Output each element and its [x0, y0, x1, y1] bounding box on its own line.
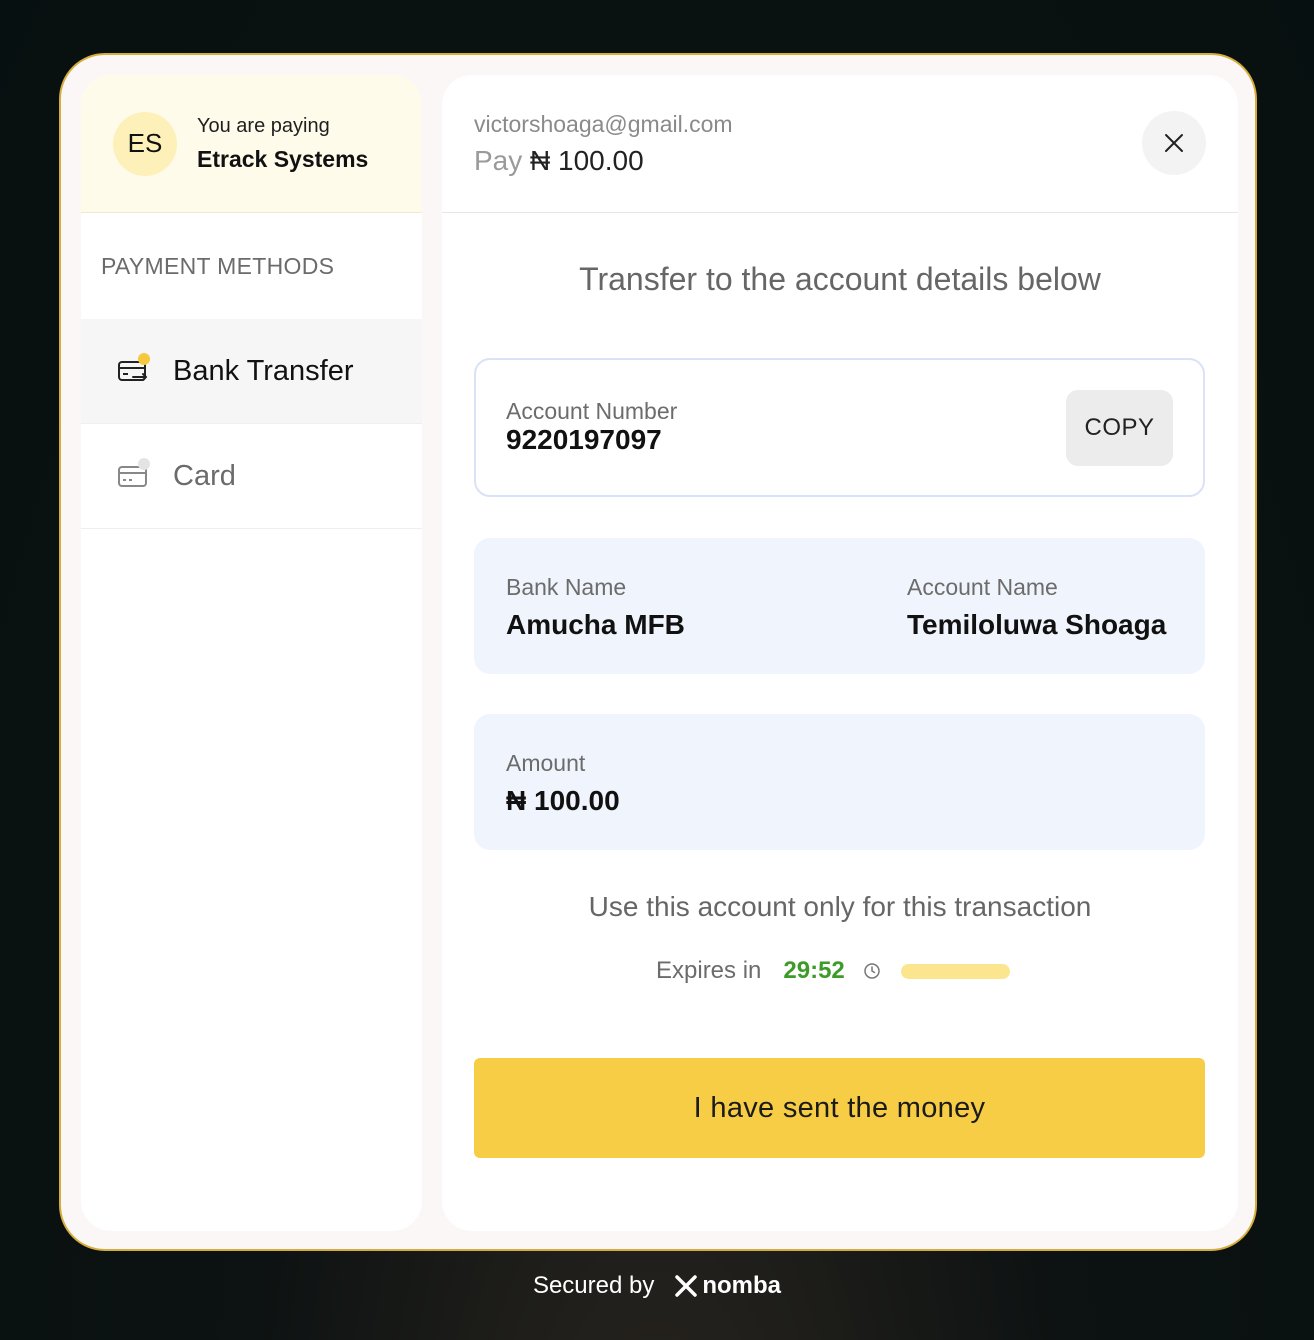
right-panel: victorshoaga@gmail.com Pay ₦ 100.00 Tran…	[442, 75, 1238, 1231]
copy-button[interactable]: COPY	[1066, 390, 1173, 466]
inactive-indicator-dot	[138, 458, 150, 470]
customer-email: victorshoaga@gmail.com	[474, 111, 733, 137]
payee-name: Etrack Systems	[197, 145, 369, 172]
transfer-instruction: Transfer to the account details below	[579, 261, 1101, 297]
account-name-block: Account Name Temiloluwa Shoaga	[907, 574, 1166, 641]
nomba-logo: nomba	[674, 1272, 781, 1300]
payee-avatar: ES	[113, 111, 177, 176]
amount-card: Amount ₦ 100.00	[474, 714, 1205, 850]
nomba-logo-icon	[675, 1275, 698, 1297]
account-name-value: Temiloluwa Shoaga	[907, 609, 1167, 640]
close-button[interactable]	[1142, 111, 1206, 175]
left-panel: ES You are paying Etrack Systems PAYMENT…	[81, 75, 422, 1231]
account-number-card: Account Number 9220197097 COPY	[474, 358, 1205, 497]
sent-money-button[interactable]: I have sent the money	[474, 1058, 1205, 1158]
expiry-progress-bar	[900, 963, 1010, 979]
pay-amount: ₦ 100.00	[530, 145, 644, 176]
payment-methods-title: PAYMENT METHODS	[101, 252, 335, 279]
expiry-progress-fill	[900, 963, 1010, 979]
method-label: Bank Transfer	[173, 354, 354, 387]
checkout-header: victorshoaga@gmail.com Pay ₦ 100.00	[442, 75, 1238, 213]
method-card[interactable]: Card	[81, 424, 422, 529]
single-use-note: Use this account only for this transacti…	[588, 891, 1092, 922]
method-bank-transfer[interactable]: Bank Transfer	[81, 319, 422, 424]
account-number-label: Account Number	[506, 398, 678, 424]
account-name-label: Account Name	[907, 574, 1058, 600]
expiry-label: Expires in	[656, 957, 762, 984]
bank-name-value: Amucha MFB	[506, 609, 685, 640]
expiry-timer: 29:52	[783, 957, 845, 984]
bank-details-card: Bank Name Amucha MFB Account Name Temilo…	[474, 538, 1205, 674]
bank-name-label: Bank Name	[506, 574, 627, 600]
footer: Secured by nomba	[0, 1272, 1314, 1300]
close-icon	[1165, 134, 1183, 152]
active-indicator-dot	[138, 353, 150, 365]
payment-modal: ES You are paying Etrack Systems PAYMENT…	[59, 53, 1257, 1251]
amount-value: ₦ 100.00	[506, 785, 620, 816]
card-icon	[117, 458, 150, 492]
expiry-row: Expires in 29:52	[656, 957, 1010, 985]
secured-by-text: Secured by	[532, 1272, 655, 1299]
bank-transfer-icon	[117, 353, 150, 387]
amount-label: Amount	[506, 750, 586, 776]
payee-header: ES You are paying Etrack Systems	[81, 75, 422, 213]
account-number-value: 9220197097	[506, 424, 662, 455]
pay-amount-line: Pay ₦ 100.00	[474, 145, 644, 177]
bank-name-block: Bank Name Amucha MFB	[506, 574, 685, 641]
clock-icon	[864, 963, 880, 979]
method-label: Card	[173, 459, 236, 492]
brand-name: nomba	[702, 1272, 782, 1299]
pay-word: Pay	[474, 145, 523, 176]
payee-label: You are paying	[197, 114, 330, 137]
